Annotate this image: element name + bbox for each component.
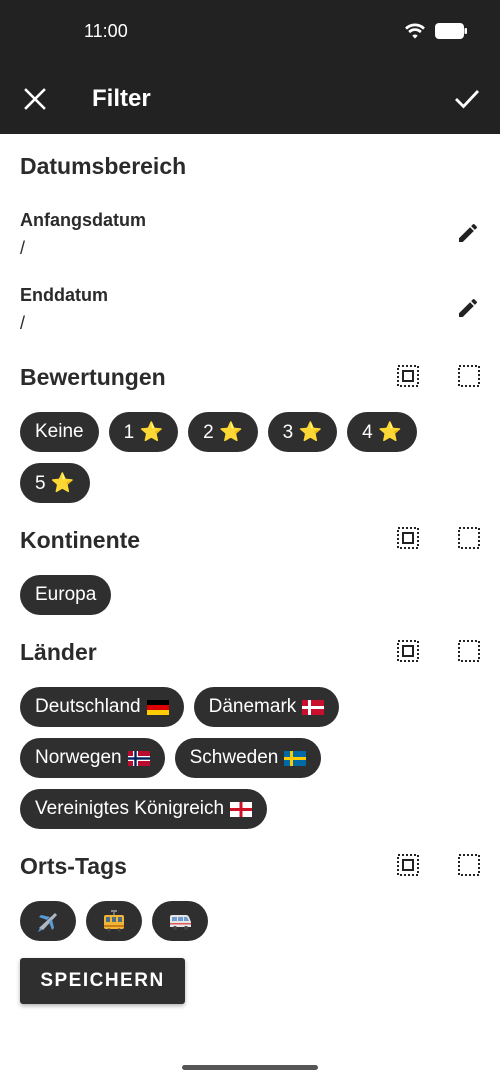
rating-chip-5[interactable]: 5 ⭐ bbox=[20, 463, 90, 503]
ratings-chips: Keine 1 ⭐ 2 ⭐ 3 ⭐ 4 ⭐ 5 ⭐ bbox=[20, 412, 480, 503]
deselect-icon bbox=[458, 854, 480, 876]
select-all-icon bbox=[397, 527, 419, 549]
status-time: 11:00 bbox=[84, 21, 128, 41]
edit-end-date-button[interactable] bbox=[454, 294, 482, 322]
place-tags-select-all-button[interactable] bbox=[395, 852, 421, 878]
continent-chip-europe[interactable]: Europa bbox=[20, 575, 112, 615]
countries-deselect-all-button[interactable] bbox=[456, 638, 482, 664]
rating-chip-2[interactable]: 2 ⭐ bbox=[188, 412, 258, 452]
tram-icon bbox=[104, 910, 124, 932]
select-all-icon bbox=[397, 854, 419, 876]
minibus-icon bbox=[170, 915, 191, 930]
denmark-flag-icon bbox=[302, 699, 325, 715]
close-button[interactable] bbox=[20, 84, 50, 114]
ratings-deselect-all-button[interactable] bbox=[456, 363, 482, 389]
gesture-nav-handle[interactable] bbox=[182, 1065, 318, 1070]
continents-deselect-all-button[interactable] bbox=[456, 525, 482, 551]
pencil-icon bbox=[459, 298, 478, 317]
pencil-icon bbox=[459, 223, 478, 242]
deselect-icon bbox=[458, 640, 480, 662]
place-tags-chips bbox=[20, 901, 480, 941]
start-date-value: / bbox=[20, 238, 26, 258]
ratings-select-all-button[interactable] bbox=[395, 363, 421, 389]
select-all-icon bbox=[397, 640, 419, 662]
status-bar: 11:00 bbox=[0, 0, 500, 64]
country-chip-denmark[interactable]: Dänemark bbox=[193, 687, 340, 727]
status-icons bbox=[404, 22, 468, 40]
deselect-icon bbox=[458, 527, 480, 549]
end-date-value: / bbox=[20, 313, 26, 333]
england-flag-icon bbox=[230, 801, 253, 817]
edit-start-date-button[interactable] bbox=[454, 219, 482, 247]
ratings-title: Bewertungen bbox=[20, 364, 166, 390]
wifi-icon bbox=[405, 23, 425, 39]
place-tag-chip-minibus[interactable] bbox=[152, 901, 208, 941]
country-chip-norway[interactable]: Norwegen bbox=[20, 738, 165, 778]
norway-flag-icon bbox=[127, 750, 150, 766]
start-date-label: Anfangsdatum bbox=[20, 210, 146, 230]
country-chip-sweden[interactable]: Schweden bbox=[174, 738, 322, 778]
close-icon bbox=[24, 88, 46, 110]
battery-icon bbox=[435, 23, 467, 39]
continents-select-all-button[interactable] bbox=[395, 525, 421, 551]
country-chip-label: Deutschland bbox=[35, 696, 141, 717]
rating-chip-none[interactable]: Keine bbox=[20, 412, 99, 452]
rating-chip-3[interactable]: 3 ⭐ bbox=[267, 412, 338, 452]
page-title: Filter bbox=[92, 85, 151, 112]
countries-chips: Deutschland Dänemark Norwegen Schweden V… bbox=[20, 687, 480, 829]
date-range-title: Datumsbereich bbox=[20, 153, 187, 179]
country-chip-label: Vereinigtes Königreich bbox=[35, 798, 225, 819]
countries-title: Länder bbox=[20, 639, 97, 665]
sweden-flag-icon bbox=[284, 750, 307, 766]
continents-title: Kontinente bbox=[20, 527, 141, 553]
place-tags-title: Orts-Tags bbox=[20, 853, 127, 879]
germany-flag-icon bbox=[146, 699, 169, 715]
country-chip-germany[interactable]: Deutschland bbox=[20, 687, 184, 727]
continents-chips: Europa bbox=[20, 575, 480, 615]
countries-select-all-button[interactable] bbox=[395, 638, 421, 664]
airplane-icon bbox=[38, 913, 57, 932]
country-chip-label: Dänemark bbox=[208, 696, 297, 717]
save-button[interactable]: SPEICHERN bbox=[20, 958, 185, 1004]
confirm-button[interactable] bbox=[452, 84, 482, 114]
app-bar: Filter bbox=[0, 64, 500, 134]
place-tags-deselect-all-button[interactable] bbox=[456, 852, 482, 878]
select-all-icon bbox=[397, 365, 419, 387]
rating-chip-1[interactable]: 1 ⭐ bbox=[108, 412, 179, 452]
place-tag-chip-tram[interactable] bbox=[86, 901, 142, 941]
country-chip-label: Norwegen bbox=[35, 747, 122, 768]
place-tag-chip-airplane[interactable] bbox=[20, 901, 76, 941]
rating-chip-4[interactable]: 4 ⭐ bbox=[347, 412, 417, 452]
check-icon bbox=[455, 90, 480, 109]
country-chip-label: Schweden bbox=[189, 747, 279, 768]
deselect-icon bbox=[458, 365, 480, 387]
country-chip-united-kingdom[interactable]: Vereinigtes Königreich bbox=[20, 789, 268, 829]
end-date-label: Enddatum bbox=[20, 285, 108, 305]
